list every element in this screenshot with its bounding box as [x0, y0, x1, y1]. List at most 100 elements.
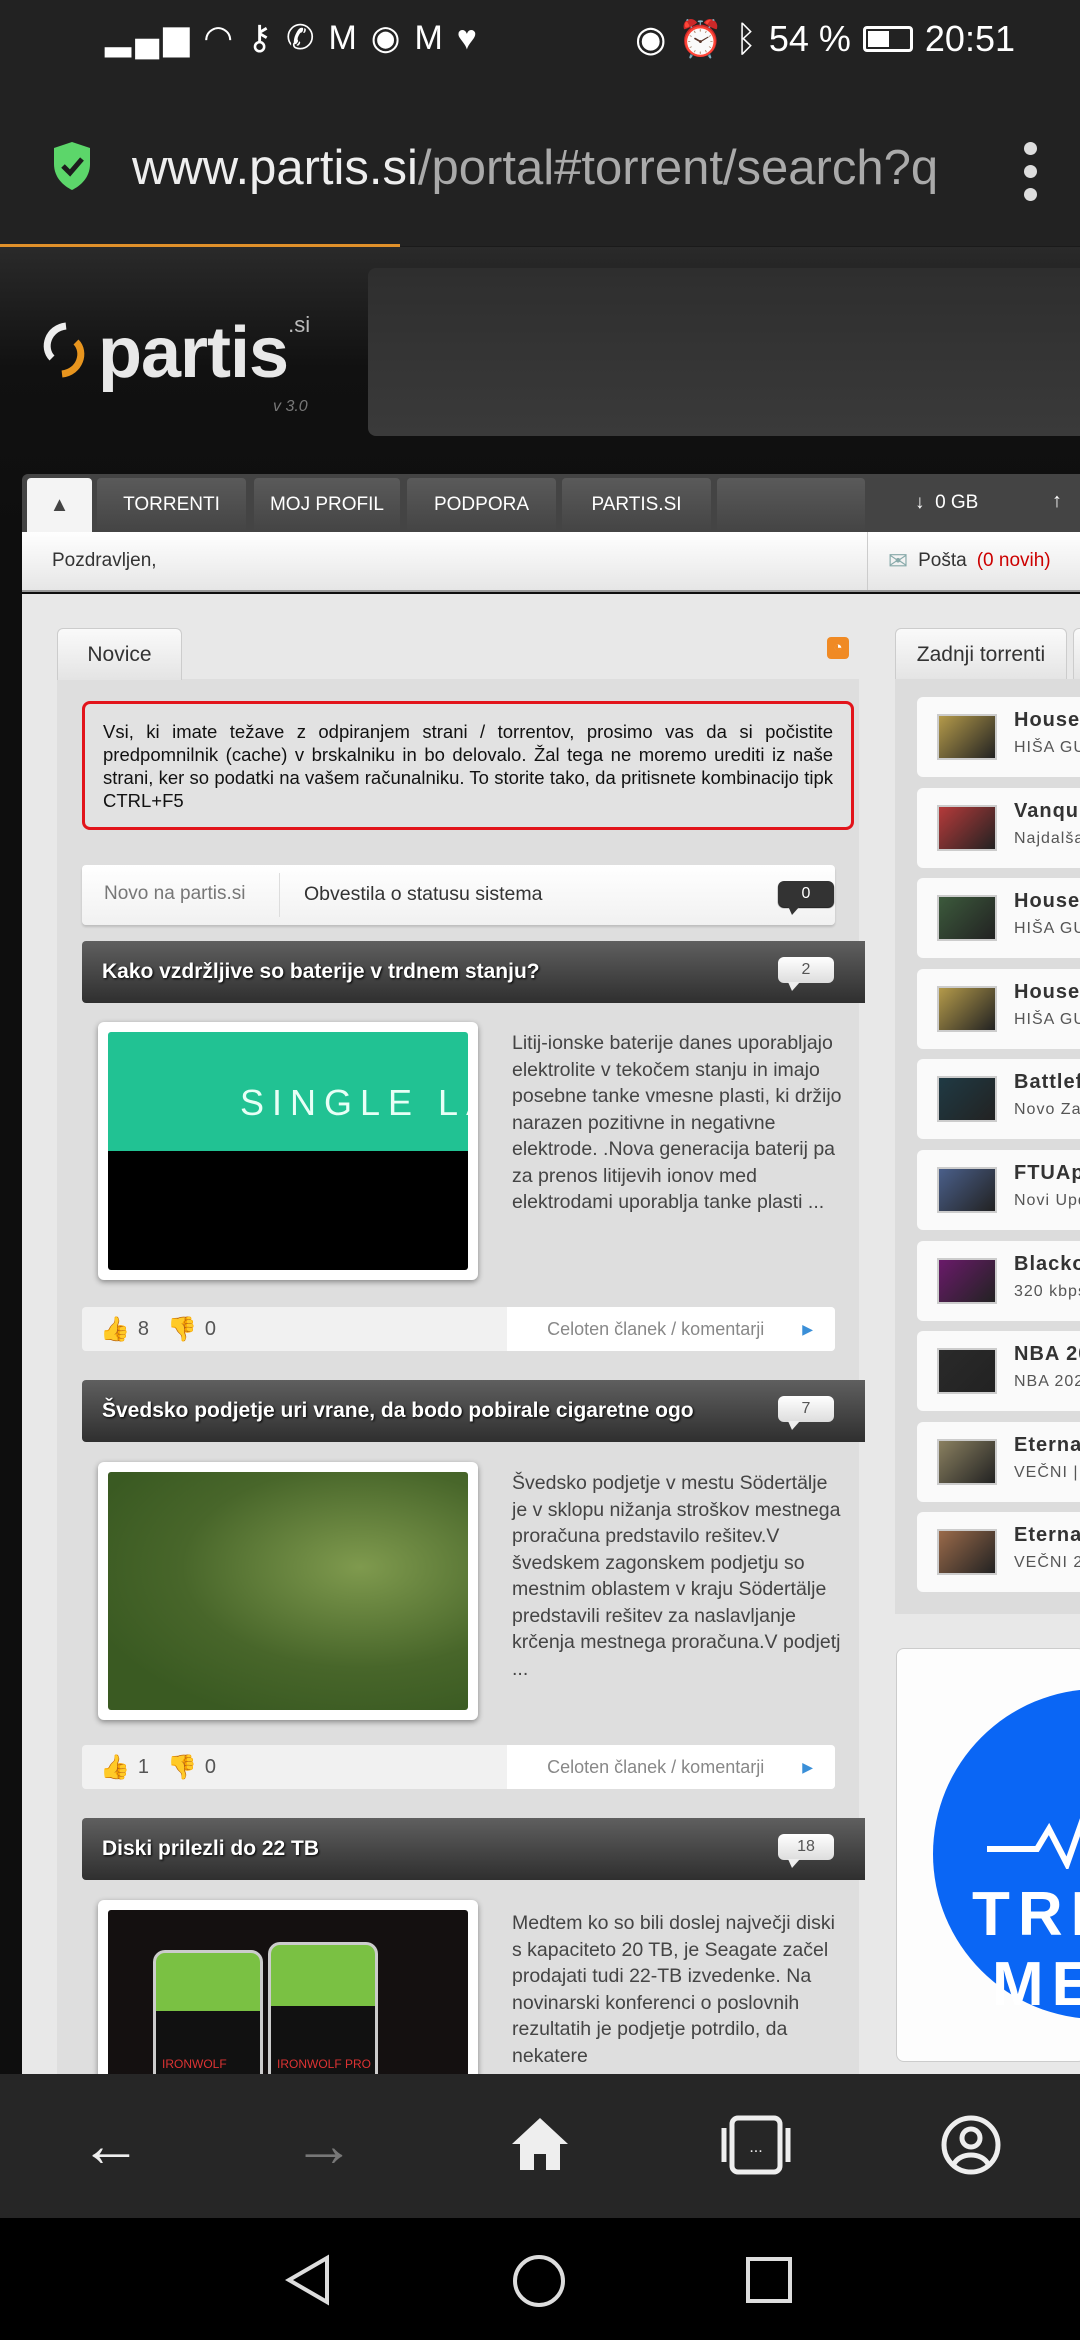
- tab-next[interactable]: [1073, 628, 1080, 680]
- gmail-icon: M: [414, 18, 447, 57]
- divider: [279, 873, 280, 917]
- envelope-icon: ✉: [888, 547, 909, 575]
- article-title-text: Diski prilezli do 22 TB: [102, 1837, 320, 1860]
- torrent-subtitle: Najdalša: [1014, 829, 1080, 847]
- comment-count-badge[interactable]: 18: [778, 1834, 834, 1868]
- advertisement[interactable]: TRIC ME: [896, 1648, 1080, 2062]
- torrent-subtitle: 320 kbps: [1014, 1282, 1080, 1300]
- comment-count-badge[interactable]: 7: [778, 1396, 834, 1430]
- torrent-thumbnail: [937, 1348, 997, 1395]
- torrent-title: FTUApp: [1014, 1162, 1080, 1184]
- torrent-thumbnail: [937, 804, 997, 851]
- rss-icon[interactable]: ◔: [827, 637, 849, 659]
- nav-moj-profil[interactable]: MOJ PROFIL: [254, 478, 400, 532]
- nav-torrenti[interactable]: TORRENTI: [97, 478, 246, 532]
- torrent-list-item[interactable]: Eternals VEČNI | 1: [917, 1421, 1080, 1502]
- url-path: /portal#torrent/search?q: [417, 141, 939, 195]
- torrent-list-item[interactable]: House o HIŠA GUC: [917, 968, 1080, 1049]
- tab-zadnji-torrenti[interactable]: Zadnji torrenti: [895, 628, 1067, 680]
- article-title[interactable]: Švedsko podjetje uri vrane, da bodo pobi…: [82, 1380, 865, 1442]
- article-title[interactable]: Diski prilezli do 22 TB: [82, 1818, 865, 1880]
- torrent-thumbnail: [937, 1167, 997, 1213]
- greeting-bar: Pozdravljen, ✉ Pošta (0 novih): [22, 532, 1080, 592]
- full-article-label: Celoten članek / komentarji: [547, 1318, 765, 1339]
- thumbs-up-icon[interactable]: 👍: [100, 1315, 130, 1344]
- shield-check-icon: [54, 142, 90, 190]
- browser-menu-button[interactable]: [1020, 142, 1040, 201]
- key-icon: ⚷: [247, 19, 276, 57]
- tabs-icon[interactable]: ...: [720, 2114, 792, 2176]
- torrent-title: Battlefi: [1014, 1071, 1080, 1094]
- torrent-list-item[interactable]: House.o HIŠA GUC: [917, 878, 1080, 959]
- thumbs-down-icon[interactable]: 👎: [167, 1315, 197, 1344]
- nav-empty-tab: [717, 478, 865, 532]
- mail-link[interactable]: ✉ Pošta (0 novih): [867, 532, 1080, 590]
- arrow-right-icon: ▶: [802, 1758, 813, 1775]
- system-back-icon[interactable]: [283, 2254, 333, 2306]
- browser-address-bar: www.partis.si/portal#torrent/search?q: [0, 112, 1080, 246]
- notice-box: Vsi, ki imate težave z odpiranjem strani…: [82, 701, 854, 830]
- nav-partis-si[interactable]: PARTIS.SI: [562, 478, 711, 532]
- tab-novice[interactable]: Novice: [57, 628, 182, 680]
- system-recents-icon[interactable]: [745, 2256, 793, 2304]
- logo-suffix: .si: [288, 312, 311, 337]
- system-home-icon[interactable]: [512, 2254, 566, 2308]
- arrow-right-icon: ▶: [802, 1320, 813, 1337]
- torrent-thumbnail: [937, 1257, 997, 1304]
- refresh-arrows-icon: [43, 322, 85, 378]
- torrent-list-item[interactable]: House o HIŠA GUC: [917, 697, 1080, 777]
- article-image[interactable]: [98, 1462, 478, 1720]
- torrent-list-item[interactable]: Battlefi Novo Za: [917, 1059, 1080, 1140]
- article-title-text: Švedsko podjetje uri vrane, da bodo pobi…: [102, 1399, 694, 1422]
- system-icons: ◉ ⏰ ᛒ 54 % 20:51: [635, 18, 1015, 60]
- torrent-thumbnail: [937, 985, 997, 1032]
- thumbs-down-icon[interactable]: 👎: [167, 1753, 197, 1782]
- comment-count-badge[interactable]: 2: [778, 957, 834, 991]
- home-icon[interactable]: [510, 2116, 570, 2172]
- torrent-list-item[interactable]: Eternals VEČNI 20: [917, 1512, 1080, 1593]
- torrent-thumbnail: [937, 1438, 997, 1485]
- account-icon[interactable]: [940, 2114, 1002, 2176]
- battery-percent: 54 %: [768, 18, 851, 59]
- torrent-title: NBA 20: [1014, 1343, 1080, 1366]
- status-row-label: Novo na partis.si: [104, 883, 246, 904]
- nav-podpora[interactable]: PODPORA: [407, 478, 556, 532]
- thumbs-up-icon[interactable]: 👍: [100, 1753, 130, 1782]
- torrent-subtitle: Novi Upd: [1014, 1192, 1080, 1209]
- upload-arrow-icon: ↑: [1052, 490, 1062, 512]
- url-field[interactable]: www.partis.si/portal#torrent/search?q: [132, 140, 947, 196]
- eye-icon: ◉: [634, 18, 667, 59]
- alarm-icon: ⏰: [678, 18, 724, 59]
- torrent-list-item[interactable]: FTUApp Novi Upd: [917, 1150, 1080, 1230]
- torrent-list-item[interactable]: Blackou 320 kbps: [917, 1240, 1080, 1321]
- article-image[interactable]: SINGLE LA: [98, 1022, 478, 1280]
- full-article-link[interactable]: Celoten članek / komentarji ▶: [507, 1307, 835, 1351]
- torrent-title: Eternals: [1014, 1433, 1080, 1456]
- home-icon: ▲: [49, 493, 70, 516]
- gmail-icon: M: [328, 18, 361, 57]
- status-bar: ▂▄▆ ◠ ⚷ ✆ M ◉ M ♥ ◉ ⏰ ᛒ 54 % 20:51: [0, 0, 1080, 112]
- clock: 20:51: [924, 18, 1015, 59]
- vote-bar: 👍 1 👎 0 Celoten članek / komentarji ▶: [82, 1745, 835, 1789]
- viber-icon: ✆: [285, 19, 319, 57]
- image-caption: IRONWOLF: [162, 2057, 227, 2071]
- torrent-subtitle: Novo Za: [1014, 1101, 1080, 1119]
- signal-icon: ▂▄▆: [105, 19, 194, 57]
- like-count: 8: [137, 1317, 150, 1340]
- messenger-icon: ◉: [370, 19, 405, 57]
- back-icon[interactable]: ←: [80, 2110, 142, 2181]
- nav-home[interactable]: ▲: [27, 478, 92, 532]
- status-row[interactable]: Novo na partis.si Obvestila o statusu si…: [82, 865, 835, 925]
- full-article-link[interactable]: Celoten članek / komentarji ▶: [507, 1745, 835, 1789]
- forward-icon[interactable]: →: [293, 2110, 355, 2181]
- torrent-title: Blackou: [1014, 1252, 1080, 1275]
- like-count: 1: [137, 1755, 150, 1778]
- torrent-list-item[interactable]: Vanquis Najdalša: [917, 787, 1080, 868]
- torrent-title: House o: [1014, 709, 1080, 731]
- torrent-list-item[interactable]: NBA 20 NBA 202: [917, 1331, 1080, 1412]
- status-row-title: Obvestila o statusu sistema: [304, 883, 543, 905]
- article-title[interactable]: Kako vzdržljive so baterije v trdnem sta…: [82, 941, 865, 1003]
- torrent-title: House o: [1014, 980, 1080, 1003]
- notification-icons: ▂▄▆ ◠ ⚷ ✆ M ◉ M ♥: [105, 18, 481, 58]
- torrent-title: Vanquis: [1014, 799, 1080, 822]
